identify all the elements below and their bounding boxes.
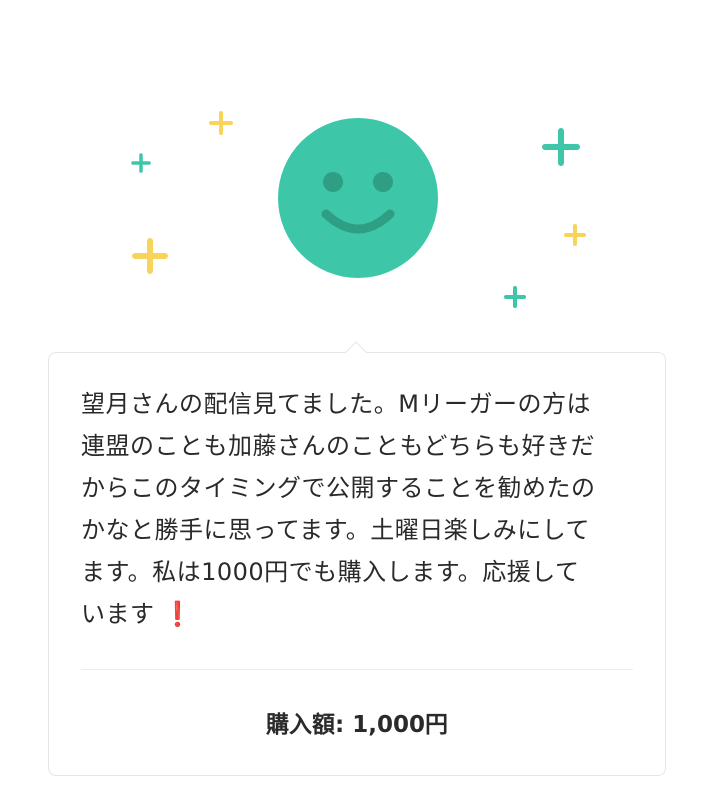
comment-text: 望月さんの配信見てました。Mリーガーの方は 連盟のことも加藤さんのこともどちらも… bbox=[81, 383, 641, 635]
divider bbox=[81, 669, 633, 670]
exclamation-icon: ❗ bbox=[162, 600, 194, 628]
comment-line: います bbox=[81, 600, 155, 628]
comment-card: 望月さんの配信見てました。Mリーガーの方は 連盟のことも加藤さんのこともどちらも… bbox=[48, 352, 666, 776]
sparkle-icon bbox=[542, 128, 580, 166]
comment-line: ます。私は1000円でも購入します。応援して bbox=[81, 558, 580, 586]
comment-line: 連盟のことも加藤さんのこともどちらも好きだ bbox=[81, 432, 596, 460]
comment-line: かなと勝手に思ってます。土曜日楽しみにして bbox=[81, 516, 590, 544]
comment-line: 望月さんの配信見てました。Mリーガーの方は bbox=[81, 390, 592, 418]
card-pointer bbox=[345, 341, 367, 362]
sparkle-icon bbox=[504, 286, 526, 308]
sparkle-icon bbox=[564, 224, 586, 246]
sparkle-icon bbox=[132, 238, 168, 274]
smiley-face-icon bbox=[278, 118, 438, 278]
sparkle-icon bbox=[209, 111, 233, 135]
purchase-amount: 購入額: 1,000円 bbox=[266, 712, 448, 738]
sparkle-icon bbox=[131, 153, 151, 173]
comment-line: からこのタイミングで公開することを勧めたの bbox=[81, 474, 596, 502]
